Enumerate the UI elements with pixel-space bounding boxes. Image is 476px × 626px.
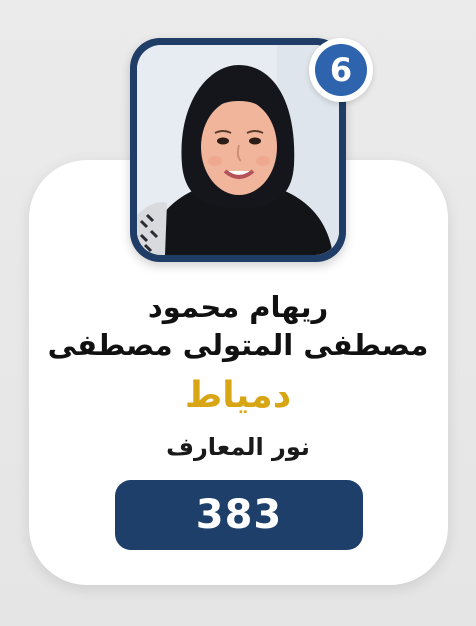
student-name-line1: ريهام محمود xyxy=(147,290,329,324)
rank-number: 6 xyxy=(315,44,367,96)
rank-badge: 6 xyxy=(309,38,373,102)
student-name: ريهام محمود مصطفى المتولى مصطفى xyxy=(40,288,436,364)
governorate-label: دمياط xyxy=(184,375,292,416)
student-name-line2: مصطفى المتولى مصطفى xyxy=(47,328,429,362)
score-box: 383 xyxy=(115,480,363,550)
school-label: نور المعارف xyxy=(166,433,310,461)
